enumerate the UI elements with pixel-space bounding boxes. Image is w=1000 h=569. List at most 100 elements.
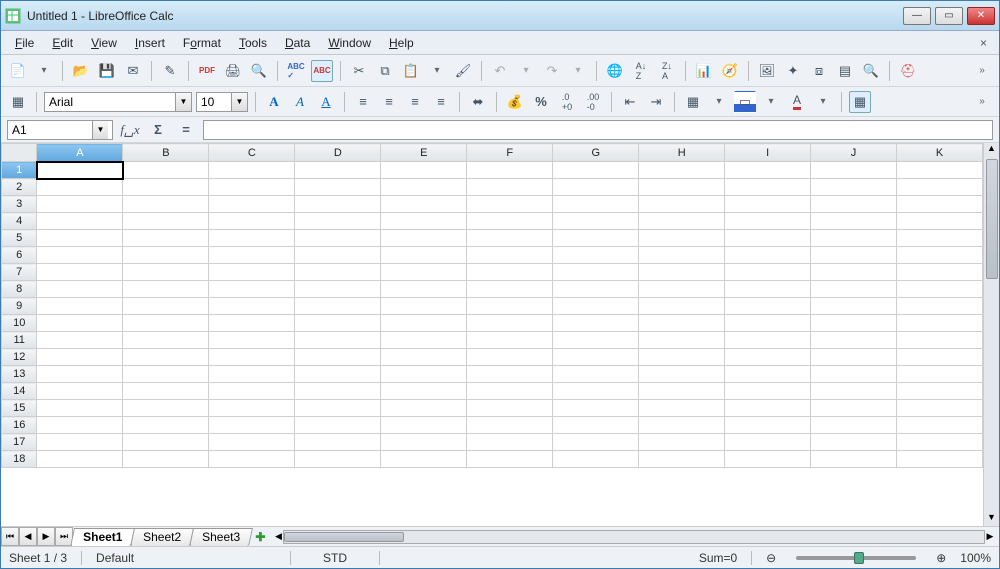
cell-A1[interactable] [37, 162, 123, 179]
column-header-C[interactable]: C [209, 144, 295, 162]
undo-icon[interactable]: ↶ [489, 60, 511, 82]
datasource-icon[interactable]: ⧈ [808, 60, 830, 82]
cell-H4[interactable] [639, 213, 725, 230]
cell-G4[interactable] [553, 213, 639, 230]
indent-less-icon[interactable]: ⇤ [619, 91, 641, 113]
status-style[interactable]: Default [96, 551, 276, 565]
border-icon[interactable]: ▦ [682, 91, 704, 113]
cell-G7[interactable] [553, 264, 639, 281]
menu-window[interactable]: Window [320, 33, 379, 53]
cell-C13[interactable] [209, 366, 295, 383]
cell-H9[interactable] [639, 298, 725, 315]
cell-D16[interactable] [295, 417, 381, 434]
cell-A7[interactable] [37, 264, 123, 281]
cell-H3[interactable] [639, 196, 725, 213]
cell-E13[interactable] [381, 366, 467, 383]
italic-icon[interactable]: A [289, 91, 311, 113]
cell-I3[interactable] [725, 196, 811, 213]
fontcolor-icon[interactable]: A [786, 91, 808, 113]
cell-C15[interactable] [209, 400, 295, 417]
font-size-combo[interactable]: ▼ [196, 92, 248, 112]
cell-A11[interactable] [37, 332, 123, 349]
bold-icon[interactable]: A [263, 91, 285, 113]
cell-I11[interactable] [725, 332, 811, 349]
cell-A5[interactable] [37, 230, 123, 247]
cell-H11[interactable] [639, 332, 725, 349]
column-header-F[interactable]: F [467, 144, 553, 162]
cell-A9[interactable] [37, 298, 123, 315]
cell-G16[interactable] [553, 417, 639, 434]
cell-A3[interactable] [37, 196, 123, 213]
cell-B10[interactable] [123, 315, 209, 332]
cell-I1[interactable] [725, 162, 811, 179]
spreadsheet-table[interactable]: ABCDEFGHIJK123456789101112131415161718 [1, 143, 983, 468]
cell-E5[interactable] [381, 230, 467, 247]
dropdown-icon[interactable]: ▾ [708, 91, 730, 113]
cell-G9[interactable] [553, 298, 639, 315]
cell-B12[interactable] [123, 349, 209, 366]
cell-D10[interactable] [295, 315, 381, 332]
cell-A6[interactable] [37, 247, 123, 264]
cell-K12[interactable] [897, 349, 983, 366]
column-header-J[interactable]: J [811, 144, 897, 162]
cell-K16[interactable] [897, 417, 983, 434]
cell-D11[interactable] [295, 332, 381, 349]
row-header-14[interactable]: 14 [2, 383, 37, 400]
tab-first-button[interactable]: ⏮ [1, 527, 19, 546]
underline-icon[interactable]: A [315, 91, 337, 113]
cell-I18[interactable] [725, 451, 811, 468]
cell-C9[interactable] [209, 298, 295, 315]
cell-D5[interactable] [295, 230, 381, 247]
cell-H15[interactable] [639, 400, 725, 417]
cell-A10[interactable] [37, 315, 123, 332]
sheet-tab-sheet2[interactable]: Sheet2 [130, 528, 194, 546]
status-sum[interactable]: Sum=0 [699, 551, 737, 565]
cell-B7[interactable] [123, 264, 209, 281]
cell-K17[interactable] [897, 434, 983, 451]
cell-D12[interactable] [295, 349, 381, 366]
row-header-7[interactable]: 7 [2, 264, 37, 281]
cell-G18[interactable] [553, 451, 639, 468]
cell-A16[interactable] [37, 417, 123, 434]
cell-I2[interactable] [725, 179, 811, 196]
menu-insert[interactable]: Insert [127, 33, 173, 53]
cell-E9[interactable] [381, 298, 467, 315]
row-header-10[interactable]: 10 [2, 315, 37, 332]
status-zoom[interactable]: 100% [960, 551, 991, 565]
cell-I9[interactable] [725, 298, 811, 315]
cell-J8[interactable] [811, 281, 897, 298]
cell-C14[interactable] [209, 383, 295, 400]
cell-B4[interactable] [123, 213, 209, 230]
gallery-icon[interactable]: 🖼 [756, 60, 778, 82]
cell-C16[interactable] [209, 417, 295, 434]
cell-I17[interactable] [725, 434, 811, 451]
column-header-A[interactable]: A [37, 144, 123, 162]
print-icon[interactable]: 🖨 [222, 60, 244, 82]
cell-K6[interactable] [897, 247, 983, 264]
cell-B18[interactable] [123, 451, 209, 468]
cell-J14[interactable] [811, 383, 897, 400]
cell-F10[interactable] [467, 315, 553, 332]
cell-B17[interactable] [123, 434, 209, 451]
abc-auto-icon[interactable]: ABC [311, 60, 333, 82]
zoom-knob[interactable] [854, 552, 864, 564]
cell-I8[interactable] [725, 281, 811, 298]
dropdown-icon[interactable]: ▾ [426, 60, 448, 82]
cell-H6[interactable] [639, 247, 725, 264]
cell-E1[interactable] [381, 162, 467, 179]
row-header-13[interactable]: 13 [2, 366, 37, 383]
percent-icon[interactable]: % [530, 91, 552, 113]
cell-A15[interactable] [37, 400, 123, 417]
cell-G11[interactable] [553, 332, 639, 349]
func-icon[interactable]: ✦ [782, 60, 804, 82]
cell-F15[interactable] [467, 400, 553, 417]
cell-I15[interactable] [725, 400, 811, 417]
cell-C5[interactable] [209, 230, 295, 247]
cell-G5[interactable] [553, 230, 639, 247]
cell-H7[interactable] [639, 264, 725, 281]
paste-icon[interactable]: 📋 [400, 60, 422, 82]
cell-J13[interactable] [811, 366, 897, 383]
dropdown-icon[interactable]: ▾ [515, 60, 537, 82]
dropdown-icon[interactable]: ▾ [33, 60, 55, 82]
chevron-down-icon[interactable]: ▼ [175, 93, 191, 111]
